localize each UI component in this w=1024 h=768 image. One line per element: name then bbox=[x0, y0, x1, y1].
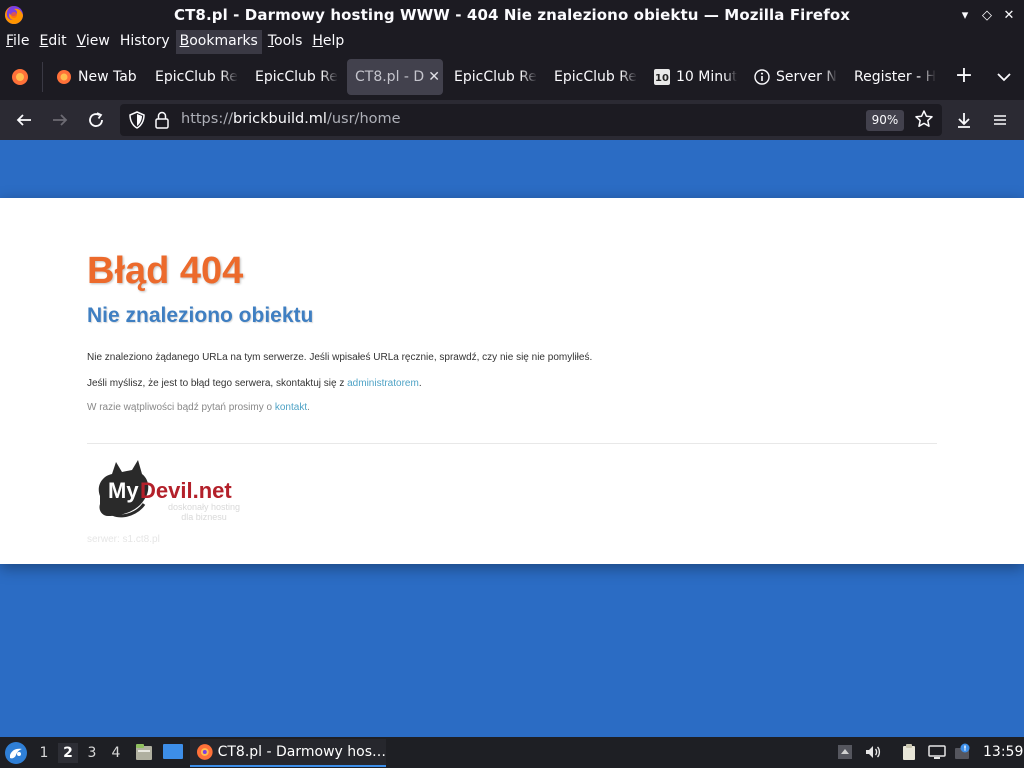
tab-epicclub-4[interactable]: EpicClub Re bbox=[548, 59, 640, 95]
svg-text:dla biznesu: dla biznesu bbox=[181, 512, 227, 522]
menu-history[interactable]: History bbox=[116, 30, 174, 54]
window-title: CT8.pl - Darmowy hosting WWW - 404 Nie z… bbox=[173, 6, 851, 24]
administrator-link[interactable]: administratorem bbox=[347, 378, 419, 389]
tab-close-icon[interactable]: ✕ bbox=[428, 69, 440, 85]
contact-text: W razie wątpliwości bądź pytań prosimy o… bbox=[87, 402, 310, 413]
tab-strip: New Tab EpicClub Re EpicClub Re CT8.pl -… bbox=[0, 54, 1024, 100]
svg-text:10: 10 bbox=[655, 73, 669, 84]
clipboard-icon[interactable] bbox=[900, 743, 918, 761]
error-subtitle: Nie znaleziono obiektu bbox=[87, 304, 314, 327]
window-titlebar: CT8.pl - Darmowy hosting WWW - 404 Nie z… bbox=[0, 0, 1024, 30]
zoom-reset-button[interactable]: 90% bbox=[866, 110, 904, 131]
menu-help[interactable]: Help bbox=[308, 30, 348, 54]
reload-button[interactable] bbox=[84, 108, 108, 132]
volume-icon[interactable] bbox=[864, 743, 882, 761]
contact-link[interactable]: kontakt bbox=[275, 402, 307, 413]
forward-button[interactable] bbox=[48, 108, 72, 132]
workspace-3[interactable]: 3 bbox=[82, 743, 102, 763]
firefox-icon bbox=[196, 744, 213, 760]
tab-new-tab[interactable]: New Tab bbox=[50, 59, 142, 95]
list-all-tabs-icon[interactable] bbox=[992, 66, 1016, 88]
tab-separator bbox=[42, 62, 43, 92]
url-text[interactable]: https://brickbuild.ml/usr/home bbox=[181, 111, 401, 127]
error-title: Błąd 404 bbox=[87, 250, 244, 292]
error-page-card: Błąd 404 Nie znaleziono obiektu Nie znal… bbox=[0, 198, 1024, 564]
notification-icon[interactable] bbox=[954, 743, 972, 761]
restore-icon[interactable]: ◇ bbox=[978, 5, 996, 25]
menu-file[interactable]: File bbox=[2, 30, 33, 54]
menu-edit[interactable]: Edit bbox=[35, 30, 70, 54]
padlock-icon[interactable] bbox=[154, 111, 170, 129]
clock: 13:59 bbox=[983, 744, 1024, 760]
hamburger-menu-icon bbox=[994, 115, 1006, 125]
tracking-protection-shield-icon[interactable] bbox=[128, 111, 146, 129]
firefox-view-icon[interactable] bbox=[8, 66, 32, 88]
downloads-button[interactable] bbox=[952, 108, 976, 132]
tab-server[interactable]: Server N bbox=[748, 59, 840, 95]
url-bar[interactable]: https://brickbuild.ml/usr/home 90% bbox=[120, 104, 942, 136]
menu-view[interactable]: View bbox=[73, 30, 114, 54]
divider bbox=[87, 443, 937, 444]
tab-register[interactable]: Register - H bbox=[848, 59, 940, 95]
mydevil-logo[interactable]: My Devil.net doskonały hosting dla bizne… bbox=[94, 458, 264, 524]
forward-arrow-icon bbox=[53, 114, 68, 126]
back-button[interactable] bbox=[12, 108, 36, 132]
new-tab-button[interactable]: + bbox=[952, 65, 976, 88]
workspace-4[interactable]: 4 bbox=[106, 743, 126, 763]
contact-admin-text: Jeśli myślisz, że jest to błąd tego serw… bbox=[87, 378, 422, 389]
tray-up-arrow-icon[interactable] bbox=[836, 743, 854, 761]
start-menu-icon[interactable] bbox=[4, 741, 28, 765]
svg-text:doskonały hosting: doskonały hosting bbox=[168, 502, 240, 512]
navigation-toolbar: https://brickbuild.ml/usr/home 90% bbox=[0, 100, 1024, 140]
tab-epicclub-2[interactable]: EpicClub Re bbox=[248, 59, 340, 95]
desktop-icon[interactable] bbox=[162, 742, 184, 762]
system-taskbar: 1 2 3 4 CT8.pl - Darmowy hos… 13:59 bbox=[0, 737, 1024, 768]
ten-minute-mail-icon: 10 bbox=[654, 69, 670, 85]
menu-bookmarks[interactable]: Bookmarks bbox=[175, 30, 262, 54]
menu-tools[interactable]: Tools bbox=[264, 30, 307, 54]
back-arrow-icon bbox=[16, 114, 31, 126]
file-manager-icon[interactable] bbox=[134, 742, 154, 762]
tab-10-minute-mail[interactable]: 10 10 Minut bbox=[648, 59, 740, 95]
server-label: serwer: s1.ct8.pl bbox=[87, 534, 160, 545]
info-icon bbox=[754, 69, 770, 85]
close-icon[interactable]: ✕ bbox=[1000, 5, 1018, 25]
svg-text:My: My bbox=[108, 478, 139, 503]
menu-bar: File Edit View History Bookmarks Tools H… bbox=[0, 30, 1024, 54]
taskbar-firefox-window[interactable]: CT8.pl - Darmowy hos… bbox=[190, 739, 386, 767]
error-description: Nie znaleziono żądanego URLa na tym serw… bbox=[87, 352, 593, 363]
workspace-1[interactable]: 1 bbox=[34, 743, 54, 763]
svg-text:Devil.net: Devil.net bbox=[140, 478, 232, 503]
tab-epicclub-3[interactable]: EpicClub Re bbox=[448, 59, 540, 95]
tab-epicclub-1[interactable]: EpicClub Re bbox=[148, 59, 240, 95]
app-menu-button[interactable] bbox=[988, 108, 1012, 132]
reload-icon bbox=[89, 112, 103, 127]
tab-ct8-selected[interactable]: CT8.pl - D ✕ bbox=[347, 59, 443, 95]
firefox-icon bbox=[57, 70, 71, 84]
workspace-2[interactable]: 2 bbox=[58, 743, 78, 763]
bookmark-star-icon[interactable] bbox=[914, 109, 934, 129]
download-icon bbox=[958, 113, 970, 128]
network-icon[interactable] bbox=[928, 743, 946, 761]
minimize-icon[interactable]: ▾ bbox=[956, 5, 974, 25]
